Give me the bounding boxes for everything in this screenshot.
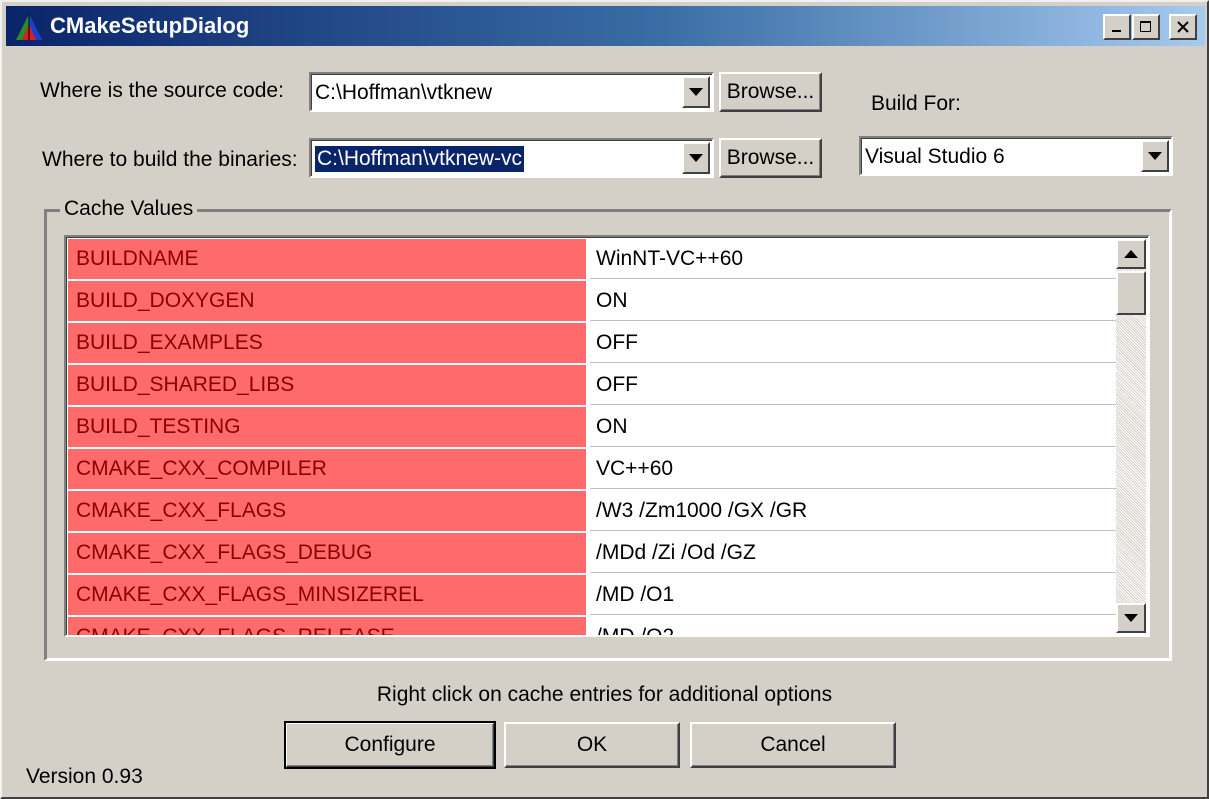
cache-entry-value[interactable]: /MD /O2: [590, 617, 1117, 635]
cache-entry-name[interactable]: CMAKE_CXX_COMPILER: [68, 449, 590, 489]
maximize-button[interactable]: [1132, 14, 1160, 40]
title-bar[interactable]: CMakeSetupDialog: [6, 6, 1205, 46]
cache-entry-name[interactable]: CMAKE_CXX_FLAGS_MINSIZEREL: [68, 575, 590, 615]
chevron-down-icon: [689, 154, 703, 162]
cache-entry-name[interactable]: BUILD_TESTING: [68, 407, 590, 447]
build-for-dropdown-button[interactable]: [1141, 140, 1169, 172]
chevron-down-icon: [1148, 152, 1162, 160]
source-dropdown-button[interactable]: [682, 76, 710, 108]
table-row[interactable]: BUILD_TESTING ON: [68, 407, 1117, 449]
table-row[interactable]: BUILDNAME WinNT-VC++60: [68, 239, 1117, 281]
build-for-combo[interactable]: Visual Studio 6: [859, 136, 1173, 176]
cache-entry-value[interactable]: /MDd /Zi /Od /GZ: [590, 533, 1117, 573]
cache-entry-name[interactable]: BUILD_DOXYGEN: [68, 281, 590, 321]
configure-button[interactable]: Configure: [284, 721, 496, 769]
cache-entry-value[interactable]: /MD /O1: [590, 575, 1117, 615]
binaries-label: Where to build the binaries:: [42, 148, 298, 171]
source-browse-button[interactable]: Browse...: [719, 72, 822, 112]
cache-entry-value[interactable]: ON: [590, 407, 1117, 447]
minimize-button[interactable]: [1103, 14, 1131, 40]
scroll-down-button[interactable]: [1116, 603, 1146, 633]
cmake-triangle-icon: [16, 14, 42, 40]
hint-text: Right click on cache entries for additio…: [376, 683, 833, 706]
table-row[interactable]: CMAKE_CXX_COMPILER VC++60: [68, 449, 1117, 491]
table-row[interactable]: BUILD_SHARED_LIBS OFF: [68, 365, 1117, 407]
table-row[interactable]: CMAKE_CXX_FLAGS_MINSIZEREL/MD /O1: [68, 575, 1117, 617]
binaries-value[interactable]: C:\Hoffman\vtknew-vc: [315, 146, 525, 172]
cache-entry-value[interactable]: WinNT-VC++60: [590, 239, 1117, 279]
cache-entry-name[interactable]: CMAKE_CXX_FLAGS: [68, 491, 590, 531]
binaries-browse-button[interactable]: Browse...: [719, 138, 822, 178]
cache-entry-name[interactable]: BUILD_SHARED_LIBS: [68, 365, 590, 405]
table-row[interactable]: BUILD_EXAMPLES OFF: [68, 323, 1117, 365]
scroll-up-button[interactable]: [1116, 239, 1146, 269]
arrow-up-icon: [1124, 250, 1138, 258]
cache-entry-name[interactable]: BUILD_EXAMPLES: [68, 323, 590, 363]
source-label: Where is the source code:: [40, 79, 284, 102]
close-button[interactable]: [1169, 14, 1197, 40]
binaries-combo[interactable]: C:\Hoffman\vtknew-vc: [309, 138, 714, 178]
minimize-icon: [1112, 30, 1121, 32]
cache-entry-value[interactable]: /W3 /Zm1000 /GX /GR: [590, 491, 1117, 531]
cancel-button[interactable]: Cancel: [690, 722, 896, 768]
build-for-label: Build For:: [871, 92, 961, 115]
arrow-down-icon: [1124, 614, 1138, 622]
table-row[interactable]: CMAKE_CXX_FLAGS_DEBUG/MDd /Zi /Od /GZ: [68, 533, 1117, 575]
build-for-value[interactable]: Visual Studio 6: [865, 144, 1005, 170]
chevron-down-icon: [689, 88, 703, 96]
table-row[interactable]: CMAKE_CXX_FLAGS/W3 /Zm1000 /GX /GR: [68, 491, 1117, 533]
cache-entry-value[interactable]: OFF: [590, 365, 1117, 405]
vertical-scrollbar[interactable]: [1116, 239, 1146, 633]
maximize-icon: [1140, 21, 1151, 32]
close-icon: [1177, 21, 1189, 33]
ok-button[interactable]: OK: [504, 722, 680, 768]
binaries-dropdown-button[interactable]: [682, 142, 710, 174]
cache-rows: BUILDNAME WinNT-VC++60 BUILD_DOXYGEN ON BUIL…: [68, 239, 1117, 635]
cache-entry-value[interactable]: VC++60: [590, 449, 1117, 489]
source-value[interactable]: C:\Hoffman\vtknew: [315, 80, 492, 106]
cache-entry-value[interactable]: ON: [590, 281, 1117, 321]
cache-entry-name[interactable]: CMAKE_CXX_FLAGS_RELEASE: [68, 617, 590, 635]
source-combo[interactable]: C:\Hoffman\vtknew: [309, 72, 714, 112]
cmake-setup-window: CMakeSetupDialog Where is the source cod…: [0, 0, 1209, 799]
window-title: CMakeSetupDialog: [50, 13, 250, 38]
scroll-thumb[interactable]: [1116, 271, 1146, 315]
version-text: Version 0.93: [26, 765, 143, 788]
table-row[interactable]: BUILD_DOXYGEN ON: [68, 281, 1117, 323]
cache-list[interactable]: BUILDNAME WinNT-VC++60 BUILD_DOXYGEN ON BUIL…: [64, 235, 1150, 637]
cache-entry-name[interactable]: CMAKE_CXX_FLAGS_DEBUG: [68, 533, 590, 573]
cache-entry-value[interactable]: OFF: [590, 323, 1117, 363]
cache-entry-name[interactable]: BUILDNAME: [68, 239, 590, 279]
cache-values-label: Cache Values: [60, 196, 198, 222]
table-row[interactable]: CMAKE_CXX_FLAGS_RELEASE/MD /O2: [68, 617, 1117, 635]
